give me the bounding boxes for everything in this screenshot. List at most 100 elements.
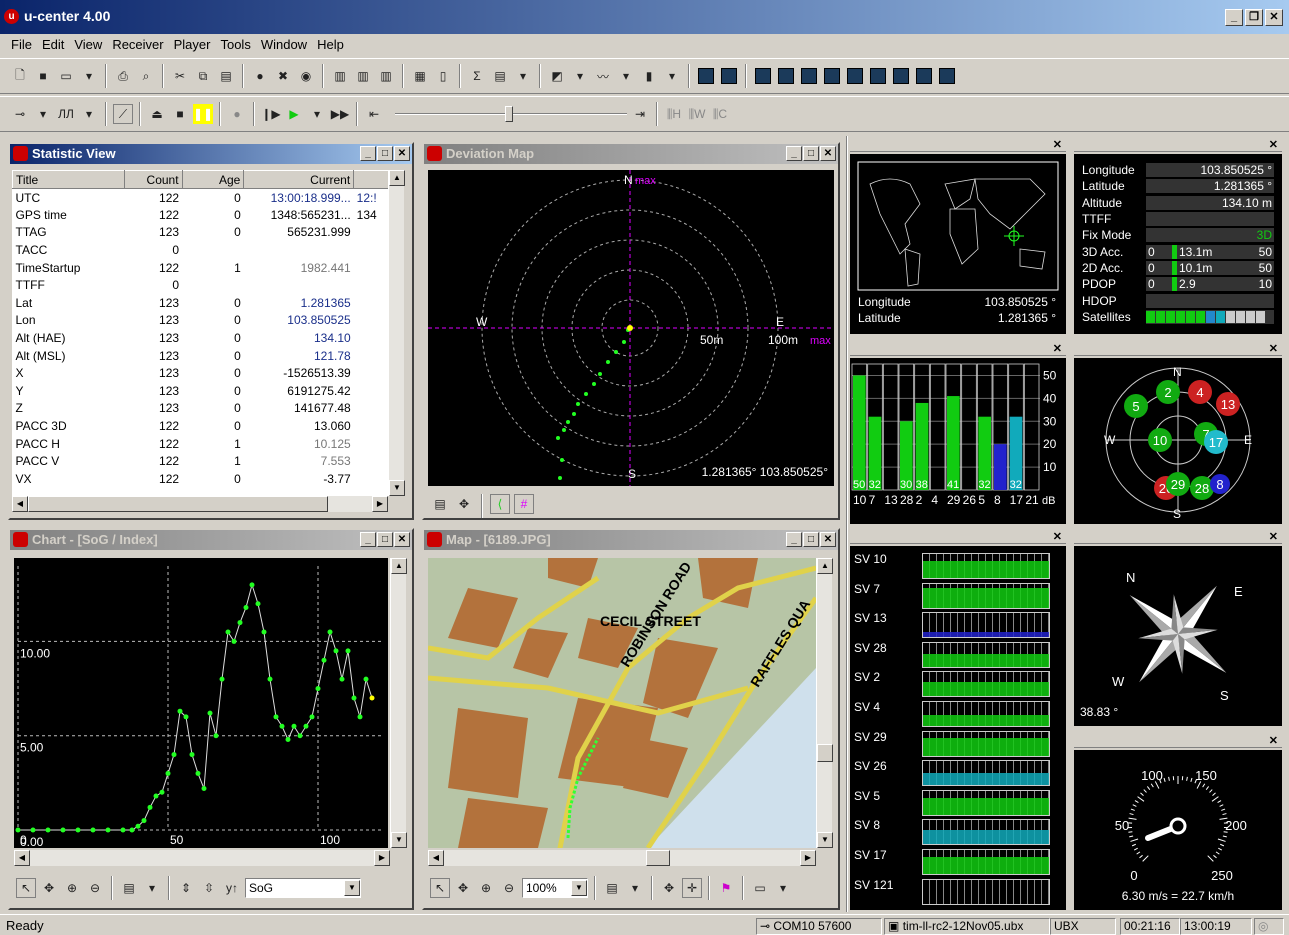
properties-icon[interactable]: ▤	[119, 878, 139, 898]
window-maximize-button[interactable]: □	[803, 532, 819, 547]
panel-icon[interactable]	[696, 66, 716, 86]
window-maximize-button[interactable]: □	[803, 146, 819, 161]
table-row[interactable]: PACC V 122 1 7.553	[13, 452, 389, 470]
table-row[interactable]: Alt (HAE) 123 0 134.10	[13, 329, 389, 347]
marker-h-icon[interactable]: ⫼H	[664, 104, 684, 124]
record-icon[interactable]: ●	[227, 104, 247, 124]
dropdown-icon[interactable]: ▾	[307, 104, 327, 124]
scroll-up-button[interactable]: ▲	[391, 558, 407, 574]
panel-close-icon[interactable]: ✕	[1269, 138, 1278, 151]
dropdown-icon[interactable]: ▾	[773, 878, 793, 898]
clock-icon[interactable]	[914, 66, 934, 86]
panel-close-icon[interactable]: ✕	[1269, 530, 1278, 543]
satellite-icon[interactable]	[891, 66, 911, 86]
window-minimize-button[interactable]: _	[786, 532, 802, 547]
zoom-in-icon[interactable]: ⊕	[476, 878, 496, 898]
marker-c-icon[interactable]: ⫼C	[710, 104, 730, 124]
autobaud-icon[interactable]: ⟋	[113, 104, 133, 124]
table-row[interactable]: Lat 123 0 1.281365	[13, 294, 389, 312]
pos-icon[interactable]: ⚑	[716, 878, 736, 898]
map-hscroll[interactable]: ◀ ▶	[428, 850, 816, 866]
data-view-icon[interactable]	[776, 66, 796, 86]
deviation-map-titlebar[interactable]: Deviation Map _ □ ✕	[424, 144, 838, 164]
panel-close-icon[interactable]: ✕	[1053, 342, 1062, 355]
speed-icon[interactable]	[937, 66, 957, 86]
table-row[interactable]: TACC 0	[13, 241, 389, 259]
table-icon[interactable]: ▤	[490, 66, 510, 86]
chart-hscroll[interactable]: ◀ ▶	[14, 850, 390, 866]
table-row[interactable]: Y 123 0 6191275.42	[13, 382, 389, 400]
save-icon[interactable]: ■	[33, 66, 53, 86]
col-count[interactable]: Count	[123, 170, 183, 189]
fast-forward-icon[interactable]: ▶▶	[330, 104, 350, 124]
settings-icon[interactable]: ◉	[296, 66, 316, 86]
print-icon[interactable]: ⎙	[113, 66, 133, 86]
open-map-icon[interactable]: ▭	[750, 878, 770, 898]
follow-icon[interactable]: ✛	[682, 878, 702, 898]
new-icon[interactable]: 🗋	[10, 66, 30, 86]
y-scale-icon[interactable]: ⇳	[199, 878, 219, 898]
chevron-down-icon[interactable]: ▼	[344, 880, 360, 896]
pointer-icon[interactable]: ↖	[430, 878, 450, 898]
panel-close-icon[interactable]: ✕	[1269, 734, 1278, 747]
y-range-icon[interactable]: ⇕	[176, 878, 196, 898]
table-row[interactable]: GPS time 122 0 1348:565231... 134	[13, 206, 389, 224]
window-minimize-button[interactable]: _	[786, 146, 802, 161]
col-extra[interactable]	[353, 170, 388, 189]
menu-view[interactable]: View	[69, 34, 107, 56]
scroll-left-button[interactable]: ◀	[428, 850, 444, 866]
hscroll-thumb[interactable]	[28, 496, 328, 512]
world-icon[interactable]	[822, 66, 842, 86]
pan-icon[interactable]: ✥	[453, 878, 473, 898]
menu-help[interactable]: Help	[312, 34, 349, 56]
stat-hscroll[interactable]: ◀ ▶	[12, 496, 388, 512]
statistic-view-titlebar[interactable]: Statistic View _ □ ✕	[10, 144, 412, 164]
copy-icon[interactable]: ⧉	[193, 66, 213, 86]
center-icon[interactable]: ✥	[659, 878, 679, 898]
window-close-button[interactable]: ✕	[394, 532, 410, 547]
properties-icon[interactable]: ▤	[430, 494, 450, 514]
table-row[interactable]: Lon 123 0 103.850525	[13, 312, 389, 330]
marker-w-icon[interactable]: ⫼W	[687, 104, 707, 124]
dropdown-icon[interactable]: ▾	[33, 104, 53, 124]
track-icon[interactable]: ⟨	[490, 494, 510, 514]
compass-icon[interactable]	[868, 66, 888, 86]
view1-icon[interactable]: ▦	[410, 66, 430, 86]
scroll-up-button[interactable]: ▲	[817, 558, 833, 574]
table-row[interactable]: VX 122 0 -3.77	[13, 470, 389, 488]
doc2-icon[interactable]: ▥	[353, 66, 373, 86]
chart-vscroll[interactable]: ▲ ▼	[390, 558, 407, 848]
dropdown-icon[interactable]: ▾	[625, 878, 645, 898]
sky-view-icon[interactable]	[753, 66, 773, 86]
panel-close-icon[interactable]: ✕	[1053, 530, 1062, 543]
scroll-up-button[interactable]: ▲	[389, 170, 405, 186]
playback-slider[interactable]	[387, 104, 627, 124]
scroll-left-button[interactable]: ◀	[12, 496, 28, 512]
scroll-left-button[interactable]: ◀	[14, 850, 30, 866]
forward-end-icon[interactable]: ⇥	[630, 104, 650, 124]
pan-icon[interactable]: ✥	[39, 878, 59, 898]
cut-icon[interactable]: ✂	[170, 66, 190, 86]
disconnect-icon[interactable]: ✖	[273, 66, 293, 86]
close-button[interactable]: ✕	[1265, 9, 1283, 26]
zoom-out-icon[interactable]: ⊖	[85, 878, 105, 898]
dropdown-icon[interactable]: ▾	[79, 104, 99, 124]
dropdown-icon[interactable]: ▾	[570, 66, 590, 86]
scroll-down-button[interactable]: ▼	[391, 832, 407, 848]
connection-status[interactable]: ⊸ COM10 57600	[756, 918, 882, 935]
table-row[interactable]: TTAG 123 0 565231.999	[13, 224, 389, 242]
window-close-button[interactable]: ✕	[394, 146, 410, 161]
menu-player[interactable]: Player	[169, 34, 216, 56]
menu-receiver[interactable]: Receiver	[107, 34, 168, 56]
window-minimize-button[interactable]: _	[360, 146, 376, 161]
slider-thumb[interactable]	[505, 106, 513, 122]
panel-close-icon[interactable]: ✕	[1053, 138, 1062, 151]
connection-icon[interactable]: ⊸	[10, 104, 30, 124]
connect-icon[interactable]: ●	[250, 66, 270, 86]
dropdown-icon[interactable]: ▾	[662, 66, 682, 86]
table-row[interactable]: PACC 3D 122 0 13.060	[13, 417, 389, 435]
zoom-select[interactable]: 100% ▼	[522, 878, 588, 898]
dropdown-icon[interactable]: ▾	[616, 66, 636, 86]
map-vscroll[interactable]: ▲ ▼	[816, 558, 833, 848]
table-row[interactable]: Z 123 0 141677.48	[13, 400, 389, 418]
